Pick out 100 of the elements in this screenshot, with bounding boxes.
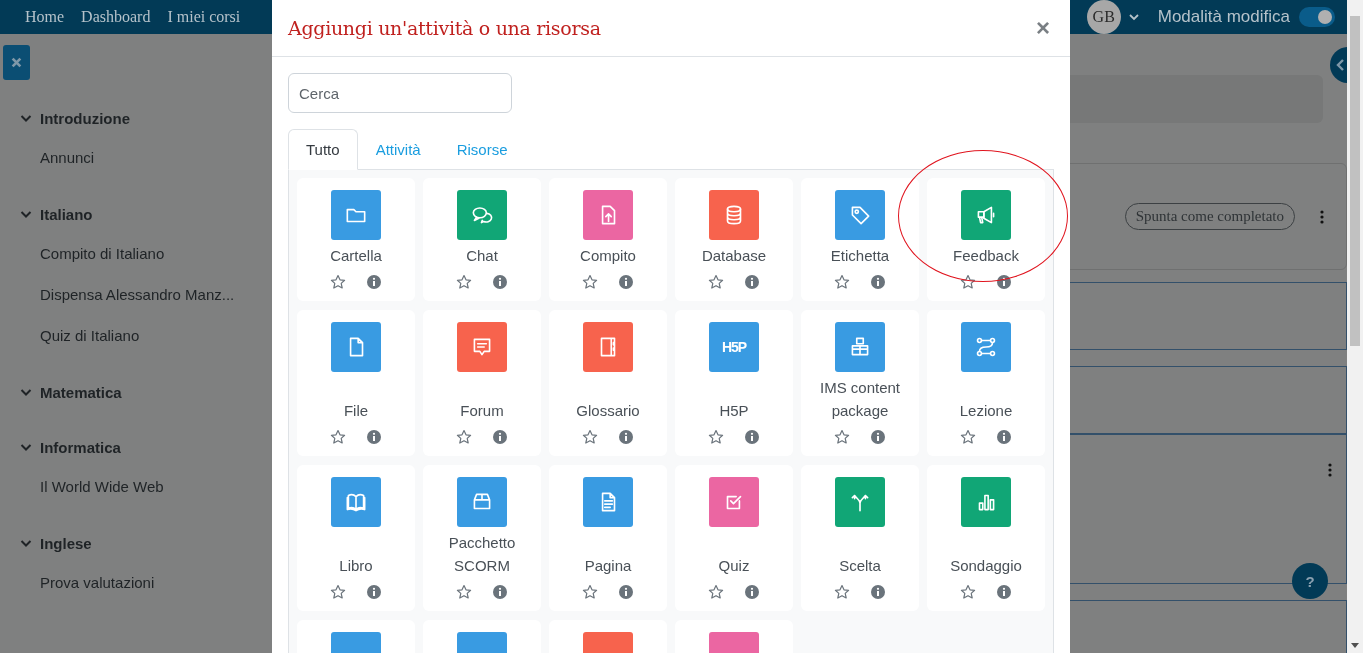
nav-link[interactable]: Home: [25, 8, 65, 26]
scroll-down-arrow-icon[interactable]: [1351, 642, 1359, 648]
star-icon[interactable]: [582, 429, 598, 445]
kebab-menu-icon[interactable]: [1320, 209, 1324, 224]
activity-card[interactable]: Pagina: [549, 465, 667, 611]
star-icon[interactable]: [708, 274, 724, 290]
chevron-icon[interactable]: [20, 387, 32, 397]
info-icon[interactable]: [366, 274, 382, 290]
info-icon[interactable]: [618, 429, 634, 445]
section-title[interactable]: Matematica: [40, 383, 122, 401]
activity-card[interactable]: Glossario: [549, 310, 667, 456]
section-title[interactable]: Inglese: [40, 534, 92, 552]
chevron-icon[interactable]: [20, 538, 32, 548]
info-icon[interactable]: [492, 274, 508, 290]
info-icon[interactable]: [618, 274, 634, 290]
activity-card[interactable]: Forum: [423, 310, 541, 456]
activity-label: IMS content package: [818, 378, 901, 421]
star-icon[interactable]: [708, 584, 724, 600]
logo-icon: H5P: [709, 322, 759, 372]
sidebar-item[interactable]: Prova valutazioni: [40, 574, 272, 594]
section-title[interactable]: Informatica: [40, 438, 121, 456]
info-icon[interactable]: [492, 429, 508, 445]
info-icon[interactable]: [996, 274, 1012, 290]
close-button[interactable]: ×: [1032, 14, 1054, 42]
activity-label: Quiz: [718, 556, 750, 576]
activity-card[interactable]: Sondaggio: [927, 465, 1045, 611]
activity-label: Libro: [339, 556, 373, 576]
star-icon[interactable]: [330, 429, 346, 445]
activity-card[interactable]: Compito: [549, 178, 667, 301]
star-icon[interactable]: [708, 429, 724, 445]
star-icon[interactable]: [456, 429, 472, 445]
sidebar-item[interactable]: Quiz di Italiano: [40, 327, 272, 347]
activity-card[interactable]: H5P H5P: [675, 310, 793, 456]
sidebar-item[interactable]: Compito di Italiano: [40, 245, 272, 265]
edit-mode-label: Modalità modifica: [1157, 7, 1290, 27]
activity-label: Chat: [466, 246, 498, 266]
info-icon[interactable]: [618, 584, 634, 600]
info-icon[interactable]: [744, 584, 760, 600]
activity-card[interactable]: Lezione: [927, 310, 1045, 456]
activity-card[interactable]: Scelta: [801, 465, 919, 611]
info-icon[interactable]: [870, 584, 886, 600]
section-title[interactable]: Italiano: [40, 205, 93, 223]
star-icon[interactable]: [330, 274, 346, 290]
star-icon[interactable]: [582, 274, 598, 290]
activity-card[interactable]: File: [297, 310, 415, 456]
nav-link[interactable]: I miei corsi: [167, 8, 241, 26]
info-icon[interactable]: [996, 584, 1012, 600]
activity-card[interactable]: Quiz: [675, 465, 793, 611]
activity-card[interactable]: Etichetta: [801, 178, 919, 301]
info-icon[interactable]: [744, 274, 760, 290]
star-icon[interactable]: [582, 584, 598, 600]
section-title[interactable]: Introduzione: [40, 109, 130, 127]
activity-label: Scelta: [839, 556, 881, 576]
star-icon[interactable]: [834, 429, 850, 445]
nav-link[interactable]: Dashboard: [81, 8, 151, 26]
star-icon[interactable]: [834, 274, 850, 290]
info-icon[interactable]: [366, 584, 382, 600]
chevron-icon[interactable]: [20, 442, 32, 452]
close-icon: [11, 57, 22, 68]
star-icon[interactable]: [960, 429, 976, 445]
star-icon[interactable]: [330, 584, 346, 600]
sidebar-item[interactable]: Annunci: [40, 149, 272, 169]
info-icon[interactable]: [996, 429, 1012, 445]
kebab-menu-icon[interactable]: [1328, 463, 1332, 477]
activity-card[interactable]: Libro: [297, 465, 415, 611]
activity-card[interactable]: IMS content package: [801, 310, 919, 456]
activity-label: Etichetta: [830, 246, 890, 266]
scrollbar[interactable]: [1347, 0, 1363, 653]
info-icon[interactable]: [870, 274, 886, 290]
dialog-title: Aggiungi un'attività o una risorsa: [288, 17, 601, 39]
star-icon[interactable]: [456, 584, 472, 600]
user-avatar[interactable]: GB: [1086, 0, 1121, 34]
star-icon[interactable]: [960, 274, 976, 290]
activity-label: Forum: [460, 401, 504, 421]
chevron-icon: [1336, 59, 1344, 71]
info-icon[interactable]: [744, 429, 760, 445]
sidebar-item[interactable]: Il World Wide Web: [40, 478, 272, 498]
info-icon[interactable]: [870, 429, 886, 445]
close-drawer-button[interactable]: [3, 45, 30, 80]
info-icon[interactable]: [366, 429, 382, 445]
activity-label: Feedback: [953, 246, 1019, 266]
activity-card[interactable]: Feedback: [927, 178, 1045, 301]
tab[interactable]: Tutto: [288, 129, 358, 170]
caret-icon[interactable]: [1128, 13, 1139, 21]
edit-mode-toggle[interactable]: [1299, 7, 1335, 27]
chevron-icon[interactable]: [20, 113, 32, 123]
activity-card[interactable]: Chat: [423, 178, 541, 301]
activity-card[interactable]: Database: [675, 178, 793, 301]
search-field[interactable]: Cerca: [288, 73, 512, 113]
star-icon[interactable]: [834, 584, 850, 600]
activity-label: Cartella: [330, 246, 382, 266]
activity-card[interactable]: Pacchetto SCORM: [423, 465, 541, 611]
star-icon[interactable]: [960, 584, 976, 600]
star-icon[interactable]: [456, 274, 472, 290]
info-icon[interactable]: [492, 584, 508, 600]
activity-label: Pacchetto SCORM: [447, 533, 517, 576]
activity-card[interactable]: Cartella: [297, 178, 415, 301]
sidebar-item[interactable]: Dispensa Alessandro Manz...: [40, 286, 272, 306]
help-button[interactable]: ?: [1292, 563, 1328, 599]
chevron-icon[interactable]: [20, 209, 32, 219]
